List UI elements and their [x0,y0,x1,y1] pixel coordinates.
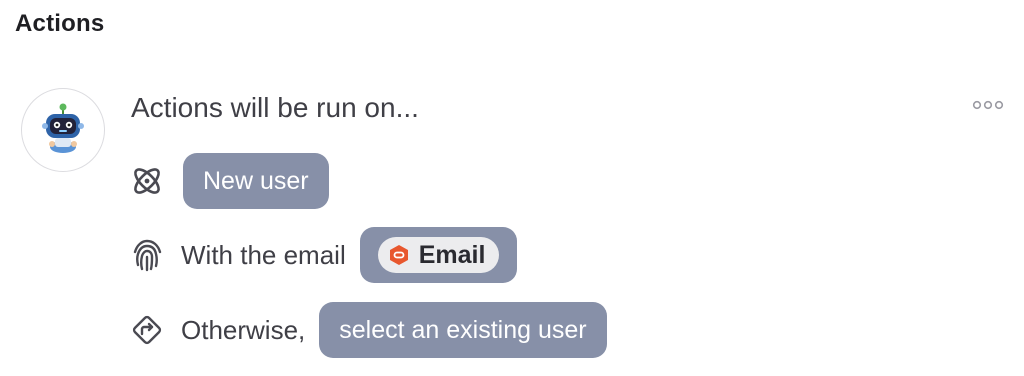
email-token-label: Email [418,240,486,269]
action-row-email: With the email Email [129,227,518,283]
select-existing-user-pill[interactable]: select an existing user [319,302,607,358]
turn-right-diamond-icon [129,312,165,348]
action-row-new-user: New user [129,153,329,209]
new-user-pill[interactable]: New user [183,153,329,209]
with-the-email-label: With the email [181,239,346,270]
email-app-icon [388,244,410,266]
more-options-button[interactable] [970,96,1006,116]
fingerprint-icon [129,237,165,273]
otherwise-label: Otherwise, [181,314,306,345]
card-headline: Actions will be run on... [131,92,419,123]
avatar [21,88,105,172]
robot-mascot-icon [40,103,86,158]
atom-icon [129,163,165,199]
more-options-icon [972,97,1004,115]
section-title: Actions [15,10,105,37]
email-token[interactable]: Email [377,237,500,273]
action-row-otherwise: Otherwise, select an existing user [129,302,607,358]
email-field-pill[interactable]: Email [359,227,518,283]
